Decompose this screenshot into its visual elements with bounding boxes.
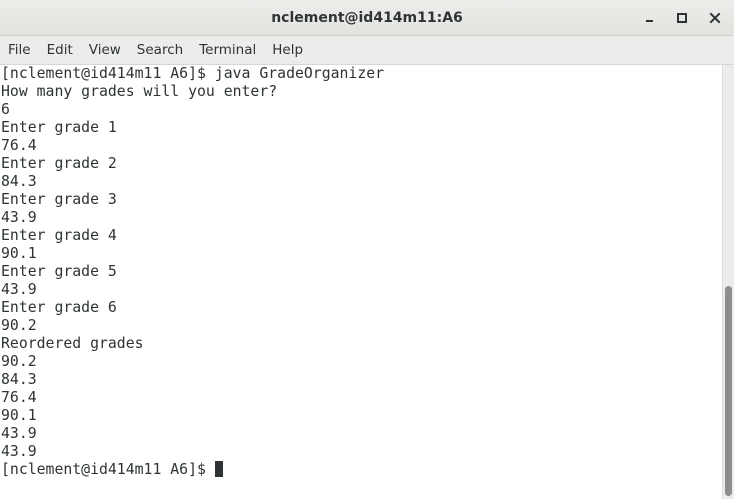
terminal-line: Enter grade 5	[1, 263, 117, 280]
terminal-line: 90.2	[1, 317, 37, 334]
title-bar[interactable]: nclement@id414m11:A6	[0, 0, 734, 36]
terminal-line: Enter grade 4	[1, 227, 117, 244]
terminal-line: Enter grade 1	[1, 119, 117, 136]
minimize-icon	[646, 20, 653, 22]
terminal-window: nclement@id414m11:A6 File Edit View Sear…	[0, 0, 734, 499]
terminal-output[interactable]: [nclement@id414m11 A6]$ java GradeOrgani…	[0, 65, 722, 499]
menu-edit[interactable]: Edit	[39, 36, 81, 65]
terminal-line: 43.9	[1, 425, 37, 442]
terminal-line: 43.9	[1, 209, 37, 226]
terminal-line: 84.3	[1, 371, 37, 388]
terminal-line: 43.9	[1, 281, 37, 298]
menu-view[interactable]: View	[81, 36, 129, 65]
menu-file[interactable]: File	[0, 36, 39, 65]
terminal-line: How many grades will you enter?	[1, 83, 278, 100]
text-cursor	[214, 461, 223, 477]
terminal-line: Enter grade 2	[1, 155, 117, 172]
terminal-line: 90.2	[1, 353, 37, 370]
terminal-line: Enter grade 3	[1, 191, 117, 208]
close-icon	[709, 12, 721, 24]
shell-prompt: [nclement@id414m11 A6]$	[1, 461, 215, 478]
terminal-line: 90.1	[1, 407, 37, 424]
scrollbar-thumb[interactable]	[725, 286, 732, 496]
terminal-line: 6	[1, 101, 10, 118]
menu-help[interactable]: Help	[264, 36, 311, 65]
terminal-line: 76.4	[1, 137, 37, 154]
terminal-line: [nclement@id414m11 A6]$ java GradeOrgani…	[1, 65, 385, 82]
minimize-button[interactable]	[639, 7, 661, 29]
menu-bar: File Edit View Search Terminal Help	[0, 36, 734, 65]
terminal-line: 76.4	[1, 389, 37, 406]
menu-search[interactable]: Search	[129, 36, 191, 65]
terminal-line: 90.1	[1, 245, 37, 262]
terminal-line: Enter grade 6	[1, 299, 117, 316]
terminal-line: 84.3	[1, 173, 37, 190]
maximize-button[interactable]	[671, 7, 693, 29]
terminal-line: 43.9	[1, 443, 37, 460]
prompt-line[interactable]: [nclement@id414m11 A6]$	[0, 461, 722, 479]
maximize-icon	[677, 13, 687, 23]
terminal-line: Reordered grades	[1, 335, 144, 352]
menu-terminal[interactable]: Terminal	[191, 36, 264, 65]
vertical-scrollbar[interactable]	[722, 65, 734, 499]
close-button[interactable]	[704, 7, 726, 29]
window-title: nclement@id414m11:A6	[271, 10, 463, 26]
